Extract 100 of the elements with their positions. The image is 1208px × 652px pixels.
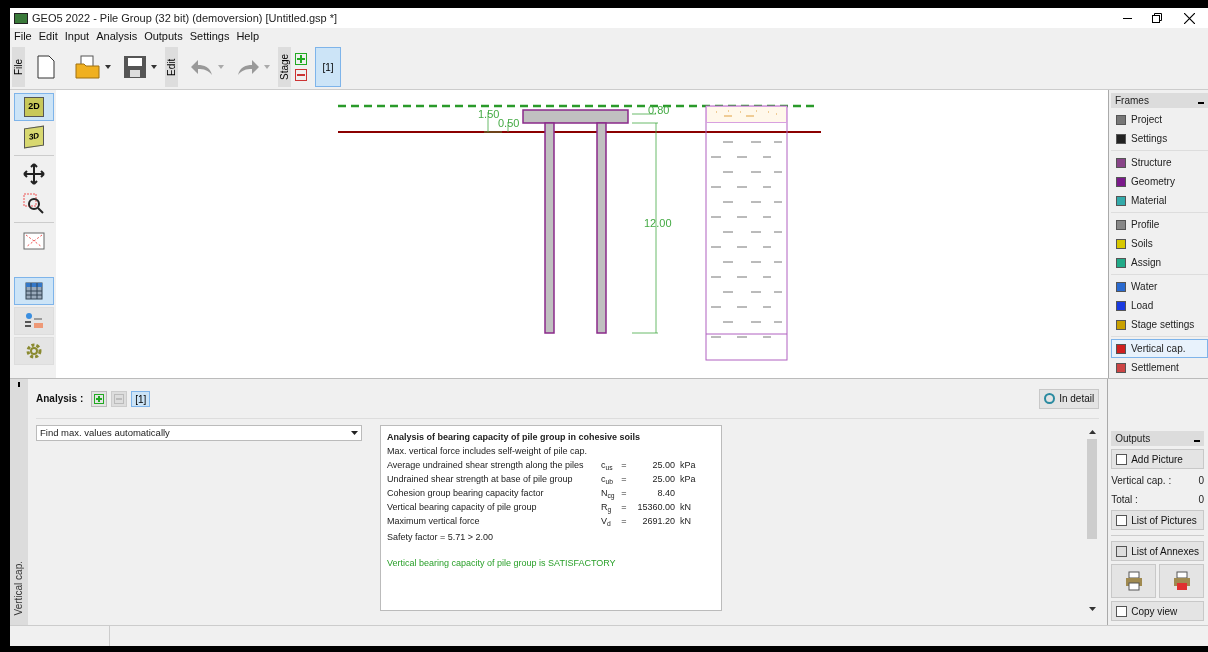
dimension-label: 0.80 bbox=[648, 104, 670, 116]
add-stage-icon[interactable] bbox=[295, 53, 307, 65]
frame-item[interactable]: Settings bbox=[1111, 129, 1208, 148]
3d-cube-icon: 3D bbox=[24, 125, 44, 149]
results-title: Analysis of bearing capacity of pile group in cohesive soils bbox=[387, 431, 642, 444]
legend-icon bbox=[24, 312, 44, 330]
fit-view-icon bbox=[23, 232, 45, 250]
gear-icon bbox=[25, 342, 43, 360]
result-label: Maximum vertical force bbox=[387, 515, 481, 528]
list-of-annexes-button[interactable]: List of Annexes bbox=[1111, 541, 1204, 561]
copy-view-button[interactable]: Copy view bbox=[1111, 601, 1204, 621]
count-value: 0 bbox=[1198, 492, 1204, 507]
menu-item[interactable]: Input bbox=[64, 28, 90, 45]
frame-item[interactable]: Project bbox=[1111, 110, 1208, 129]
vertical-tab[interactable]: Vertical cap. bbox=[11, 560, 27, 615]
scroll-down-arrow-icon[interactable] bbox=[1088, 607, 1096, 611]
result-value: 25.00 bbox=[651, 459, 675, 472]
count-value: 0 bbox=[1198, 473, 1204, 488]
view-tool-button[interactable]: 3D bbox=[14, 123, 54, 151]
frame-item[interactable]: Assign bbox=[1111, 253, 1208, 272]
menu-item[interactable]: Help bbox=[236, 28, 260, 45]
result-value: 8.40 bbox=[656, 487, 675, 500]
print-to-file-button[interactable] bbox=[1159, 564, 1204, 598]
toolbar-group-label: Edit bbox=[165, 47, 178, 87]
panel-title: Frames bbox=[1115, 94, 1149, 108]
printer-icon bbox=[1124, 571, 1143, 591]
analysis-label: Analysis : bbox=[36, 392, 84, 406]
result-symbol: c$_{ub}$ bbox=[601, 473, 614, 486]
frame-item[interactable]: Load bbox=[1111, 296, 1208, 315]
method-dropdown[interactable]: Find max. values automatically bbox=[36, 425, 362, 441]
frame-item[interactable]: Structure bbox=[1111, 153, 1208, 172]
list-of-pictures-button[interactable]: List of Pictures bbox=[1111, 510, 1204, 530]
result-value: 25.00 bbox=[651, 473, 675, 486]
analysis-tab[interactable]: [1] bbox=[131, 390, 151, 407]
frame-item[interactable]: Geometry bbox=[1111, 172, 1208, 191]
frame-item[interactable]: Settlement bbox=[1111, 358, 1208, 377]
dropdown-caret-icon[interactable] bbox=[105, 65, 111, 69]
new-file-icon[interactable] bbox=[37, 55, 55, 79]
frame-item[interactable]: Material bbox=[1111, 191, 1208, 210]
equals-sign: = bbox=[620, 501, 628, 514]
dropdown-value: Find max. values automatically bbox=[40, 425, 170, 440]
2d-view-icon: 2D bbox=[24, 97, 44, 117]
collapse-icon[interactable] bbox=[1198, 101, 1204, 104]
app-logo-icon bbox=[14, 12, 28, 24]
safety-factor-text: Safety factor = 5.71 > 2.00 bbox=[387, 531, 495, 544]
toolbar-group-label: Stage bbox=[278, 47, 291, 87]
menu-item[interactable]: Outputs bbox=[144, 28, 183, 45]
scroll-up-arrow-icon[interactable] bbox=[1088, 430, 1096, 434]
add-picture-button[interactable]: Add Picture bbox=[1111, 449, 1204, 469]
result-unit: kPa bbox=[680, 459, 696, 472]
table-icon bbox=[25, 282, 43, 300]
add-analysis-button[interactable] bbox=[91, 390, 108, 407]
result-symbol: N$_{cg}$ bbox=[601, 487, 616, 500]
menu-item[interactable]: Settings bbox=[189, 28, 230, 45]
menu-item[interactable]: File bbox=[14, 28, 32, 45]
frame-item[interactable]: Vertical cap. bbox=[1111, 339, 1208, 358]
dimension-label: 12.00 bbox=[644, 217, 672, 229]
results-note: Max. vertical force includes self-weight of pile cap. bbox=[387, 445, 589, 458]
frame-item[interactable]: Soils bbox=[1111, 234, 1208, 253]
print-button[interactable] bbox=[1111, 564, 1157, 598]
dimension-label: 0.50 bbox=[498, 117, 520, 129]
remove-stage-icon[interactable] bbox=[295, 69, 307, 81]
result-unit: kN bbox=[680, 501, 691, 514]
result-label: Vertical bearing capacity of pile group bbox=[387, 501, 538, 514]
result-label: Cohesion group bearing capacity factor bbox=[387, 487, 545, 500]
window-title: GEO5 2022 - Pile Group (32 bit) (demoversion) [Untitled.gsp *] bbox=[32, 10, 338, 26]
printer-icon bbox=[1172, 571, 1191, 591]
result-label: Average undrained shear strength along the piles bbox=[387, 459, 585, 472]
result-unit: kN bbox=[680, 515, 691, 528]
result-label: Undrained shear strength at base of pile group bbox=[387, 473, 574, 486]
zoom-icon bbox=[23, 193, 45, 215]
undo-arrow-icon[interactable] bbox=[190, 58, 214, 76]
frame-item[interactable]: Water bbox=[1111, 277, 1208, 296]
result-value: 15360.00 bbox=[636, 501, 675, 514]
dropdown-caret-icon bbox=[351, 431, 358, 435]
view-tool-button[interactable]: 2D bbox=[14, 93, 54, 121]
dropdown-caret-icon[interactable] bbox=[151, 65, 157, 69]
result-symbol: R$_{g}$ bbox=[601, 501, 613, 514]
result-symbol: c$_{us}$ bbox=[601, 459, 614, 472]
equals-sign: = bbox=[620, 473, 628, 486]
menu-item[interactable]: Edit bbox=[38, 28, 58, 45]
verdict-text: Vertical bearing capacity of pile group is SATISFACTORY bbox=[387, 557, 617, 570]
move-arrows-icon bbox=[23, 163, 45, 185]
dimension-label: 1.50 bbox=[478, 108, 500, 120]
equals-sign: = bbox=[620, 515, 628, 528]
toolbar-group-label: File bbox=[12, 47, 25, 87]
frame-item[interactable]: Stage settings bbox=[1111, 315, 1208, 334]
frame-item[interactable]: Profile bbox=[1111, 215, 1208, 234]
redo-arrow-icon[interactable] bbox=[236, 58, 260, 76]
collapse-icon[interactable] bbox=[1194, 439, 1200, 442]
stage-tab[interactable]: [1] bbox=[315, 47, 341, 87]
panel-title: Outputs bbox=[1115, 432, 1151, 446]
in-detail-button[interactable]: In detail bbox=[1039, 388, 1100, 409]
menu-item[interactable]: Analysis bbox=[96, 28, 138, 45]
count-label: Total : bbox=[1111, 492, 1138, 507]
count-label: Vertical cap. : bbox=[1111, 473, 1172, 488]
result-symbol: V$_{d}$ bbox=[601, 515, 612, 528]
result-value: 2691.20 bbox=[641, 515, 675, 528]
equals-sign: = bbox=[620, 487, 628, 500]
equals-sign: = bbox=[620, 459, 628, 472]
